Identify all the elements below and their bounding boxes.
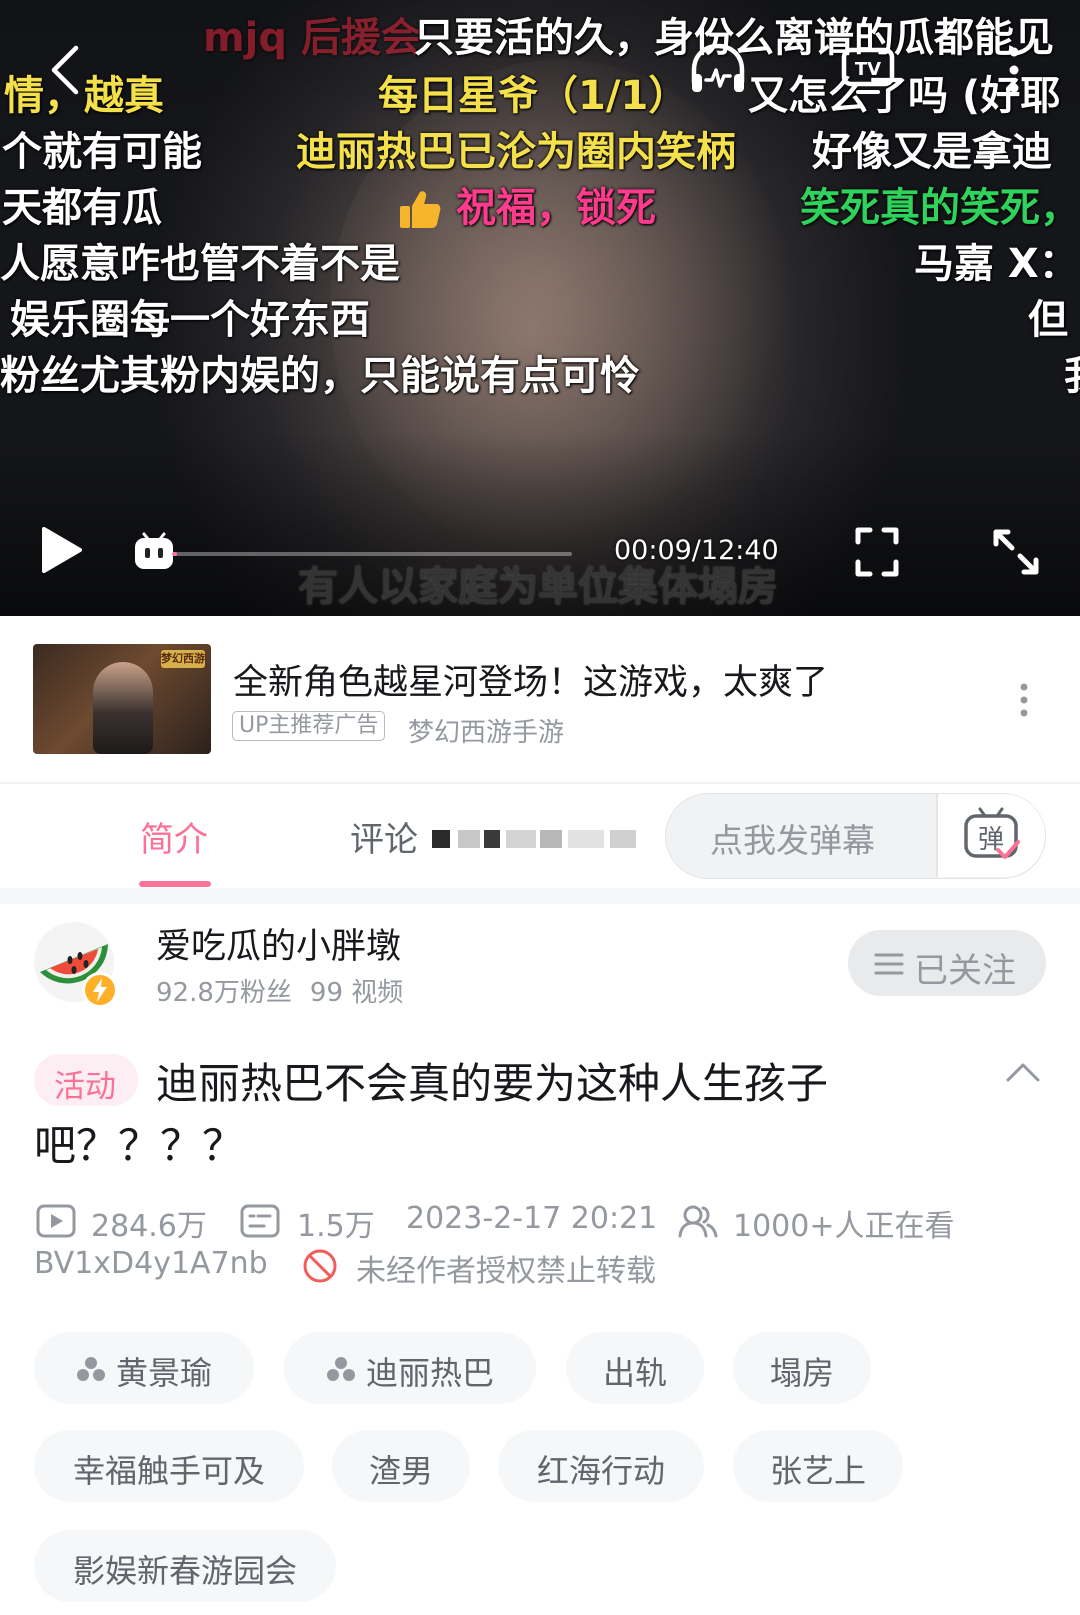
- danmaku-comment: 祝福，锁死: [456, 185, 656, 231]
- tag-label: 幸福触手可及: [72, 1452, 265, 1490]
- danmaku-comment: 情，越真: [4, 73, 164, 119]
- tag-label: 黄景瑜: [115, 1354, 212, 1392]
- danmaku-count: 1.5万: [297, 1209, 375, 1244]
- views-icon: [36, 1204, 76, 1238]
- listen-mode-icon[interactable]: [688, 42, 748, 96]
- rotate-expand-icon[interactable]: [992, 528, 1040, 576]
- tag-label: 影娱新春游园会: [72, 1552, 297, 1590]
- publish-date: 2023-2-17 20:21: [406, 1201, 658, 1236]
- video-player[interactable]: mjq 后援会 只要活的久，身份么离谱的瓜都能见 情，越真 每日星爷（1/1） …: [0, 0, 1080, 616]
- danmaku-comment: mjq 后援会: [203, 15, 421, 61]
- bv-id: BV1xD4y1A7nb: [34, 1246, 268, 1281]
- ad-more-icon[interactable]: [1018, 682, 1030, 718]
- watching-icon: [678, 1205, 718, 1238]
- ad-badge: UP主推荐广告: [232, 711, 386, 741]
- danmaku-comment: 我: [1064, 352, 1080, 400]
- tag-chip[interactable]: 迪丽热巴: [284, 1332, 536, 1404]
- follow-label: 已关注: [914, 951, 1016, 991]
- danmaku-comment: 马嘉 X：: [914, 241, 1079, 287]
- danmaku-comment: 但: [1028, 297, 1068, 343]
- tag-label: 迪丽热巴: [365, 1354, 494, 1392]
- thumbs-up-icon: [400, 191, 441, 228]
- uploader-name[interactable]: 爱吃瓜的小胖墩: [156, 918, 401, 969]
- tag-label: 张艺上: [769, 1452, 866, 1490]
- svg-text:TV: TV: [855, 59, 881, 80]
- tab-intro[interactable]: 简介: [140, 812, 208, 861]
- danmaku-count-icon: [240, 1204, 280, 1238]
- ad-game-logo: 梦幻西游: [161, 650, 205, 668]
- danmaku-comment: 人愿意咋也管不着不是: [0, 241, 400, 287]
- tab-comments[interactable]: 评论: [350, 812, 418, 861]
- person-tag-icon: [326, 1357, 355, 1381]
- fans-count: 92.8万粉丝: [156, 978, 292, 1008]
- tag-chip[interactable]: 黄景瑜: [34, 1332, 254, 1404]
- ad-source: 梦幻西游手游: [408, 718, 565, 748]
- fullscreen-icon[interactable]: [854, 526, 900, 578]
- danmaku-send-button[interactable]: 弹: [936, 794, 1045, 877]
- progress-bar[interactable]: [172, 552, 572, 556]
- play-icon[interactable]: [40, 525, 84, 575]
- progress-fill: [172, 552, 177, 556]
- activity-tag[interactable]: 活动: [34, 1054, 138, 1106]
- tag-chip[interactable]: 幸福触手可及: [34, 1430, 304, 1502]
- tag-chip[interactable]: 红海行动: [498, 1430, 704, 1502]
- verified-badge: [82, 972, 118, 1008]
- tag-chip[interactable]: 塌房: [733, 1332, 871, 1404]
- danmaku-placeholder: 点我发弹幕: [710, 821, 875, 860]
- ad-title[interactable]: 全新角色越星河登场！这游戏，太爽了: [233, 654, 828, 705]
- tag-label: 红海行动: [536, 1452, 665, 1490]
- tag-chip[interactable]: 张艺上: [733, 1430, 903, 1502]
- redacted-count: [432, 830, 450, 848]
- uploader-stats: 92.8万粉丝 99 视频: [156, 972, 403, 1009]
- video-title-continued: 吧？？？？: [34, 1121, 245, 1170]
- chevron-up-icon[interactable]: [1005, 1060, 1041, 1084]
- person-tag-icon: [76, 1357, 105, 1381]
- danmaku-comment: 娱乐圈每一个好东西: [10, 297, 370, 343]
- tag-chip[interactable]: 出轨: [566, 1332, 704, 1404]
- ad-thumbnail[interactable]: 梦幻西游: [33, 644, 211, 754]
- video-title: 迪丽热巴不会真的要为这种人生孩子: [156, 1059, 829, 1108]
- tag-chip[interactable]: 渣男: [332, 1430, 470, 1502]
- danmaku-settings-icon: 弹: [964, 807, 1020, 859]
- send-danmaku-input[interactable]: 点我发弹幕 弹: [665, 793, 1046, 879]
- tag-label: 渣男: [368, 1452, 433, 1490]
- menu-lines-icon: [874, 953, 904, 975]
- view-count: 284.6万: [91, 1209, 207, 1244]
- cast-tv-icon[interactable]: TV: [840, 42, 896, 96]
- danmaku-comment: 每日星爷（1/1）: [378, 73, 689, 119]
- danmaku-comment: 迪丽热巴已沦为圈内笑柄: [296, 129, 736, 175]
- copyright-notice: 未经作者授权禁止转载: [356, 1254, 656, 1289]
- back-arrow-icon[interactable]: [48, 44, 82, 96]
- danmaku-toggle-icon[interactable]: [132, 532, 176, 572]
- tag-chip[interactable]: 影娱新春游园会: [34, 1530, 336, 1602]
- more-options-icon[interactable]: [1006, 44, 1022, 96]
- lightning-icon: [85, 975, 115, 1005]
- no-repost-icon: [303, 1249, 337, 1283]
- danmaku-comment: 个就有可能: [2, 129, 202, 175]
- tab-active-indicator: [139, 881, 211, 887]
- danmaku-comment: 天都有瓜: [2, 185, 162, 231]
- tag-label: 出轨: [602, 1354, 667, 1392]
- follow-button[interactable]: 已关注: [848, 930, 1046, 996]
- video-count: 99 视频: [309, 978, 404, 1008]
- time-display: 00:09/12:40: [614, 535, 779, 566]
- danmaku-comment: 笑死真的笑死，: [800, 185, 1080, 231]
- sponsored-ad[interactable]: 梦幻西游 全新角色越星河登场！这游戏，太爽了 UP主推荐广告 梦幻西游手游: [0, 616, 1080, 782]
- watching-count: 1000+人正在看: [733, 1209, 955, 1244]
- danmaku-comment: 好像又是拿迪: [812, 129, 1052, 175]
- tag-label: 塌房: [769, 1354, 834, 1392]
- danmaku-comment: 粉丝尤其粉内娱的，只能说有点可怜: [0, 353, 640, 399]
